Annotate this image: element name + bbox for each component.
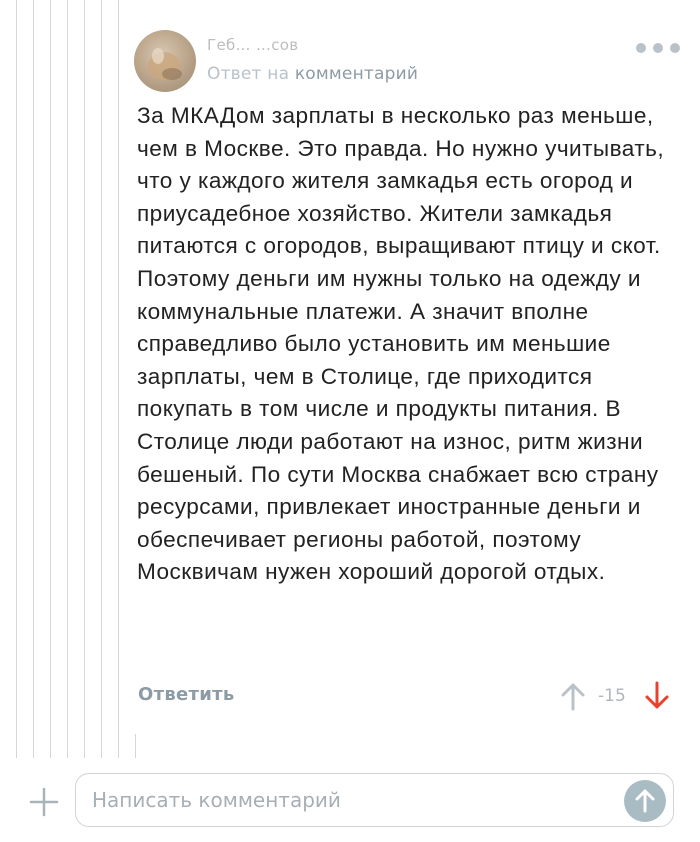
thread-line <box>33 0 34 758</box>
reply-to: Ответ на комментарий <box>207 64 418 84</box>
author-name[interactable]: Геб… …сов <box>207 36 298 54</box>
more-icon-dot <box>653 43 663 53</box>
comment-composer <box>0 758 700 842</box>
plus-icon[interactable] <box>28 786 60 818</box>
more-icon[interactable] <box>636 38 680 58</box>
reply-button[interactable]: Ответить <box>138 684 235 705</box>
send-arrow-icon[interactable] <box>624 780 666 822</box>
arrow-down-icon[interactable] <box>644 681 670 711</box>
thread-line <box>84 0 85 758</box>
avatar[interactable] <box>134 30 196 92</box>
thread-line <box>118 0 119 758</box>
rating-value: -15 <box>598 686 626 706</box>
arrow-up-icon[interactable] <box>560 681 586 711</box>
more-icon-dot <box>636 43 646 53</box>
thread-line <box>50 0 51 758</box>
thread-line <box>16 0 17 758</box>
more-icon-dot <box>670 43 680 53</box>
thread-line <box>135 734 136 758</box>
comment-text: За МКАДом зарплаты в несколько раз меньш… <box>137 103 665 585</box>
reply-to-link[interactable]: комментарий <box>295 64 418 84</box>
reply-to-prefix: Ответ на <box>207 64 290 84</box>
thread-line <box>67 0 68 758</box>
thread-line <box>101 0 102 758</box>
avatar-image <box>148 48 182 80</box>
comment-input[interactable] <box>75 773 674 827</box>
